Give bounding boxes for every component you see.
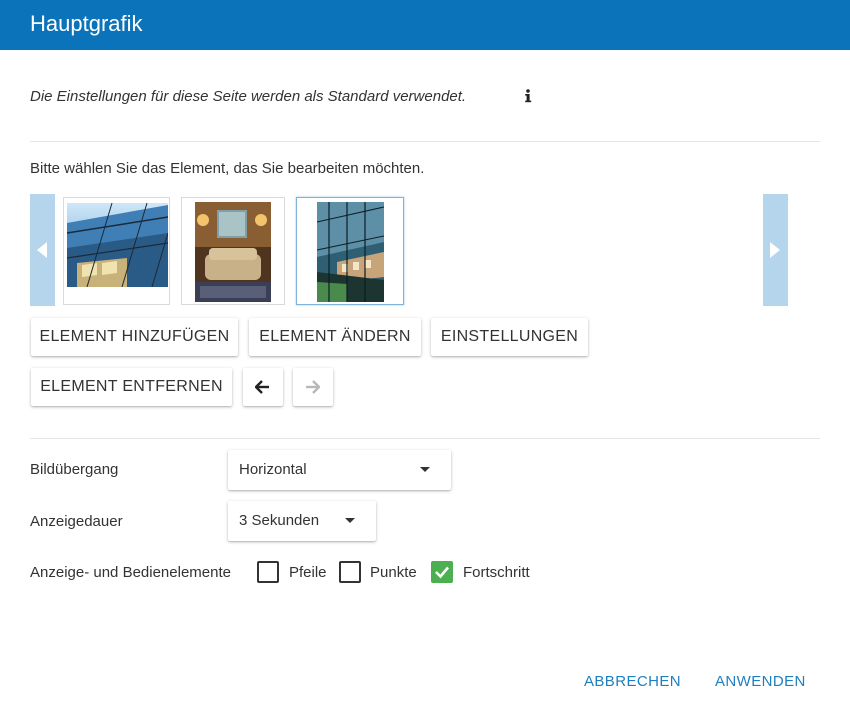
duration-label: Anzeigedauer xyxy=(30,513,123,530)
duration-select-value: 3 Sekunden xyxy=(239,512,320,529)
checkbox-dots[interactable] xyxy=(339,561,361,583)
settings-button[interactable]: EINSTELLUNGEN xyxy=(431,318,588,356)
arrow-left-icon xyxy=(255,380,269,394)
divider xyxy=(30,141,820,142)
move-right-button[interactable] xyxy=(293,368,333,406)
info-icon[interactable] xyxy=(521,87,535,105)
dialog-header: Hauptgrafik xyxy=(0,0,850,50)
dialog-title: Hauptgrafik xyxy=(30,11,143,36)
chevron-right-icon xyxy=(770,242,780,258)
divider xyxy=(30,438,820,439)
duration-select[interactable]: 3 Sekunden xyxy=(228,501,376,541)
interior-image xyxy=(195,202,271,302)
transition-select-value: Horizontal xyxy=(239,461,307,478)
apply-button[interactable]: ANWENDEN xyxy=(715,673,806,690)
info-text: Die Einstellungen für diese Seite werden… xyxy=(30,88,467,105)
move-left-button[interactable] xyxy=(243,368,283,406)
checkbox-arrows[interactable] xyxy=(257,561,279,583)
cancel-button[interactable]: ABBRECHEN xyxy=(584,673,681,690)
glass-building-image xyxy=(317,202,384,302)
transition-select[interactable]: Horizontal xyxy=(228,450,451,490)
carousel-thumbnail-3[interactable] xyxy=(296,197,404,305)
controls-label: Anzeige- und Bedienelemente xyxy=(30,564,231,581)
carousel-thumbnail-2[interactable] xyxy=(181,197,285,305)
facade-image xyxy=(67,203,168,287)
chevron-left-icon xyxy=(37,242,47,258)
arrow-right-icon xyxy=(306,380,320,394)
carousel-prev-button[interactable] xyxy=(30,194,55,306)
caret-down-icon xyxy=(345,518,355,523)
add-element-button[interactable]: ELEMENT HINZUFÜGEN xyxy=(31,318,238,356)
carousel-prompt: Bitte wählen Sie das Element, das Sie be… xyxy=(30,160,425,177)
carousel-next-button[interactable] xyxy=(763,194,788,306)
carousel-thumbnail-1[interactable] xyxy=(63,197,170,305)
caret-down-icon xyxy=(420,467,430,472)
transition-label: Bildübergang xyxy=(30,461,119,478)
remove-element-button[interactable]: ELEMENT ENTFERNEN xyxy=(31,368,232,406)
edit-element-button[interactable]: ELEMENT ÄNDERN xyxy=(249,318,421,356)
checkbox-arrows-label: Pfeile xyxy=(289,564,327,581)
checkbox-dots-label: Punkte xyxy=(370,564,417,581)
checkmark-icon xyxy=(435,566,449,579)
checkbox-progress[interactable] xyxy=(431,561,453,583)
checkbox-progress-label: Fortschritt xyxy=(463,564,530,581)
